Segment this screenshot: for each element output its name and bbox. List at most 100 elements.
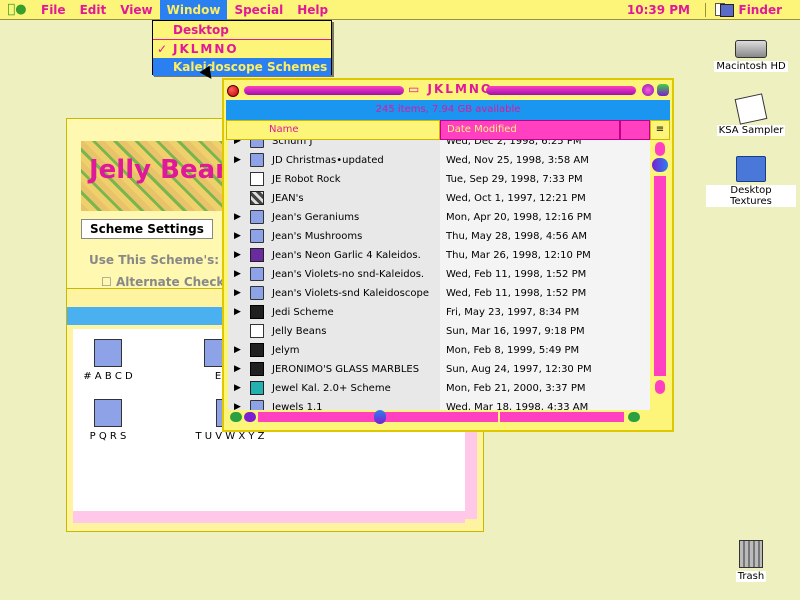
scroll-right-icon[interactable] [628, 412, 640, 422]
collapse-box-icon[interactable] [657, 84, 669, 96]
disclosure-triangle-icon[interactable]: ▶ [234, 383, 246, 393]
name-cell: ▶ Jean's Neon Garlic 4 Kaleidos. [228, 245, 440, 265]
scroll-thumb[interactable] [652, 158, 668, 172]
jklmno-window[interactable]: ▭ JKLMNO 245 items, 7.94 GB available Na… [222, 78, 674, 432]
apple-menu-icon[interactable]: ● [0, 2, 34, 17]
disclosure-triangle-icon[interactable]: ▶ [234, 269, 246, 279]
sort-direction-icon[interactable]: ≡ [650, 120, 670, 140]
list-row[interactable]: JE Robot Rock Tue, Sep 29, 1998, 7:33 PM [228, 169, 650, 189]
close-box-icon[interactable] [227, 85, 239, 97]
disclosure-triangle-icon[interactable]: ▶ [234, 402, 246, 410]
folder-icon [94, 399, 122, 427]
date-modified-cell: Wed, Dec 2, 1998, 6:25 PM [440, 140, 650, 151]
folder-icon [94, 339, 122, 367]
menu-view[interactable]: View [113, 0, 159, 20]
title-bar[interactable]: ▭ JKLMNO [224, 80, 672, 100]
list-row[interactable]: ▶ Jean's Violets-no snd-Kaleidos. Wed, Feb… [228, 264, 650, 284]
folder-icon [250, 229, 264, 243]
menu-item-jklmno[interactable]: ✓ JKLMNO [153, 40, 331, 58]
list-row[interactable]: ▶ Jean's Geraniums Mon, Apr 20, 1998, 12:1… [228, 207, 650, 227]
menu-item-desktop[interactable]: Desktop [153, 21, 331, 39]
column-header-date[interactable]: Date Modified [440, 120, 620, 140]
menu-clock[interactable]: 10:39 PM [627, 0, 690, 20]
date-modified-cell: Wed, Feb 11, 1998, 1:52 PM [440, 264, 650, 284]
document-icon [250, 172, 264, 186]
desktop-icon-ksa-sampler[interactable]: KSA Sampler [706, 93, 796, 136]
folder-icon [250, 286, 264, 300]
vertical-scrollbar[interactable] [652, 140, 668, 410]
disclosure-triangle-icon[interactable]: ▶ [234, 140, 246, 146]
horizontal-scrollbar[interactable] [73, 511, 465, 523]
list-row[interactable]: JEAN's Wed, Oct 1, 1997, 12:21 PM [228, 188, 650, 208]
zoom-box-icon[interactable] [642, 84, 654, 96]
desktop-icon-desktop-textures[interactable]: Desktop Textures [706, 156, 796, 207]
list-row[interactable]: ▶ Jewel Kal. 2.0+ Scheme Mon, Feb 21, 2000… [228, 378, 650, 398]
name-cell: ▶ Jean's Geraniums [228, 207, 440, 227]
name-cell: ▶ Jewel Kal. 2.0+ Scheme [228, 378, 440, 398]
list-row[interactable]: ▶ Jean's Neon Garlic 4 Kaleidos. Thu, Mar … [228, 245, 650, 265]
application-menu[interactable]: Finder [719, 0, 782, 20]
scroll-down-icon[interactable] [655, 380, 665, 394]
disclosure-triangle-icon[interactable]: ▶ [234, 250, 246, 260]
folder-icon [250, 210, 264, 224]
file-name: Schum J [272, 140, 313, 147]
list-row[interactable]: ▶ Jean's Violets-snd Kaleidoscope Wed, Feb… [228, 283, 650, 303]
tab-scheme-settings[interactable]: Scheme Settings [81, 219, 213, 239]
list-row[interactable]: ▶ Jewels 1.1 Wed, Mar 18, 1998, 4:33 AM [228, 397, 650, 410]
desktop-icon-macintosh-hd[interactable]: Macintosh HD [706, 40, 796, 72]
name-cell: JE Robot Rock [228, 169, 440, 189]
menu-edit[interactable]: Edit [73, 0, 114, 20]
disclosure-triangle-icon[interactable]: ▶ [234, 231, 246, 241]
folder-icon [250, 140, 264, 148]
scroll-left-alt-icon[interactable] [244, 412, 256, 422]
folder-icon [250, 153, 264, 167]
file-name: JE Robot Rock [272, 173, 341, 185]
disclosure-triangle-icon[interactable]: ▶ [234, 364, 246, 374]
name-cell: ▶ Jean's Violets-snd Kaleidoscope [228, 283, 440, 303]
file-icon [250, 362, 264, 376]
list-row[interactable]: ▶ Jean's Mushrooms Thu, May 28, 1998, 4:56… [228, 226, 650, 246]
menu-file[interactable]: File [34, 0, 73, 20]
date-modified-cell: Wed, Nov 25, 1998, 3:58 AM [440, 150, 650, 170]
scroll-track[interactable] [500, 412, 624, 422]
disclosure-triangle-icon[interactable]: ▶ [234, 288, 246, 298]
alternate-checkbox[interactable]: ☐ Alternate Checkb [101, 275, 233, 289]
column-header-extra[interactable] [620, 120, 650, 140]
banner-art: Jelly Bean [89, 155, 234, 185]
scroll-track[interactable] [654, 176, 666, 376]
folder-item[interactable]: P Q R S [73, 399, 143, 442]
folder-item[interactable]: # A B C D [73, 339, 143, 382]
menu-special[interactable]: Special [227, 0, 290, 20]
desktop-icon-label: Trash [735, 571, 767, 582]
scroll-up-icon[interactable] [655, 142, 665, 156]
disclosure-triangle-icon[interactable]: ▶ [234, 155, 246, 165]
list-row[interactable]: ▶ Jedi Scheme Fri, May 23, 1997, 8:34 PM [228, 302, 650, 322]
list-row[interactable]: ▶ Schum J Wed, Dec 2, 1998, 6:25 PM [228, 140, 650, 151]
title-stripe [244, 86, 404, 95]
scroll-thumb[interactable] [374, 410, 386, 424]
column-header-name[interactable]: Name [226, 120, 440, 140]
menu-help[interactable]: Help [290, 0, 335, 20]
disclosure-triangle-icon[interactable]: ▶ [234, 212, 246, 222]
date-modified-cell: Mon, Feb 8, 1999, 5:49 PM [440, 340, 650, 360]
folder-icon [250, 267, 264, 281]
disclosure-triangle-icon[interactable]: ▶ [234, 345, 246, 355]
menu-window[interactable]: Window [159, 0, 228, 20]
window-title: ▭ JKLMNO [408, 82, 494, 96]
file-name: Jean's Geraniums [272, 211, 360, 223]
menu-item-kaleidoscope-schemes[interactable]: Kaleidoscope Schemes [153, 58, 331, 76]
list-row[interactable]: Jelly Beans Sun, Mar 16, 1997, 9:18 PM [228, 321, 650, 341]
file-icon [250, 305, 264, 319]
horizontal-scrollbar[interactable] [228, 410, 650, 424]
list-row[interactable]: ▶ JERONIMO'S GLASS MARBLES Sun, Aug 24, 19… [228, 359, 650, 379]
list-row[interactable]: ▶ Jelym Mon, Feb 8, 1999, 5:49 PM [228, 340, 650, 360]
desktop-icon-trash[interactable]: Trash [706, 540, 796, 582]
date-modified-cell: Mon, Feb 21, 2000, 3:37 PM [440, 378, 650, 398]
name-cell: ▶ Jelym [228, 340, 440, 360]
scroll-left-icon[interactable] [230, 412, 242, 422]
file-icon [250, 381, 264, 395]
disclosure-triangle-icon[interactable]: ▶ [234, 307, 246, 317]
file-name: Jelly Beans [272, 325, 327, 337]
finder-icon [719, 3, 734, 17]
list-row[interactable]: ▶ JD Christmas•updated Wed, Nov 25, 1998, … [228, 150, 650, 170]
